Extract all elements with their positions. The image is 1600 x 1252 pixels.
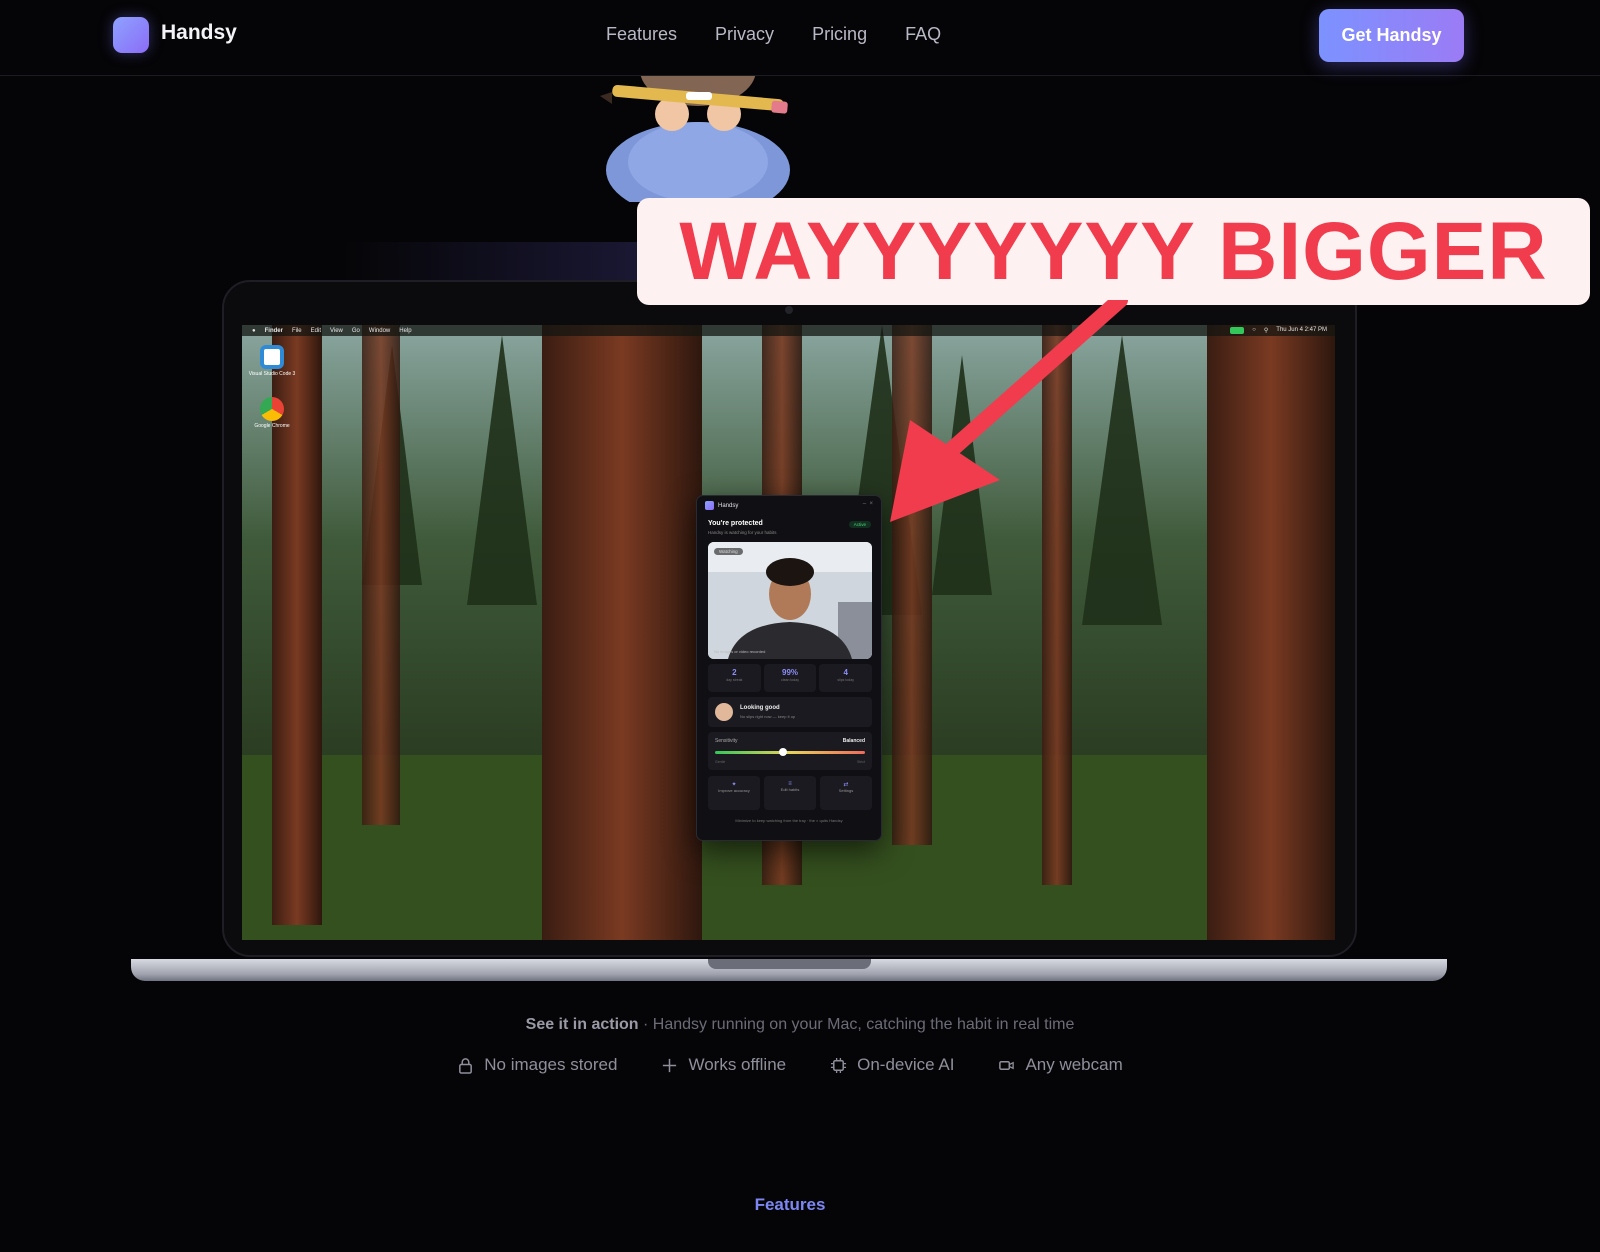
sensitivity-card: Sensitivity Balanced Gentle Strict [708, 732, 872, 770]
sparkle-icon: ✦ [731, 782, 737, 788]
annotation-callout: WAYYYYYYY BIGGER [637, 198, 1590, 305]
nav-link-privacy[interactable]: Privacy [715, 24, 774, 45]
status-title: Looking good [740, 705, 780, 711]
sliders-icon: ⇄ [843, 782, 849, 788]
feature-highlights: No images stored Works offline On-device… [0, 1055, 1580, 1075]
webcam-icon [999, 1060, 1015, 1070]
laptop-camera-icon [785, 306, 793, 314]
improve-accuracy-button[interactable]: ✦ Improve accuracy [708, 776, 760, 810]
brand-name[interactable]: Handsy [161, 21, 237, 45]
desktop-icon-vscode[interactable]: Visual Studio Code 3 [242, 345, 302, 377]
menubar-file[interactable]: File [292, 328, 302, 334]
plus-icon [663, 1058, 677, 1072]
nav-link-faq[interactable]: FAQ [905, 24, 941, 45]
laptop-backglow [340, 242, 640, 282]
webcam-preview: Watching No images or video recorded [708, 542, 872, 659]
sensitivity-slider-track[interactable] [715, 751, 865, 754]
nav-link-pricing[interactable]: Pricing [812, 24, 867, 45]
stat-value: 2 [732, 668, 737, 677]
menubar-window[interactable]: Window [369, 328, 390, 334]
camera-indicator-icon[interactable] [1230, 327, 1245, 334]
stat-clean: 99% clean today [763, 664, 817, 692]
nav-links: Features Privacy Pricing FAQ [606, 24, 941, 45]
stat-streak: 2 day streak [708, 664, 761, 692]
stat-label: clean today [781, 678, 799, 682]
feature-label: Works offline [688, 1055, 787, 1074]
features-section-label: Features [754, 1195, 826, 1214]
status-card: Looking good No slips right now — keep i… [708, 697, 872, 727]
menubar-edit[interactable]: Edit [311, 328, 321, 334]
app-logo-icon [705, 501, 714, 510]
app-titlebar: Handsy [705, 501, 738, 510]
edit-habits-button[interactable]: ≡ Edit habits [764, 776, 816, 810]
mac-menubar: ● Finder File Edit View Go Window Help ○… [242, 325, 1335, 336]
desktop-icon-chrome[interactable]: Google Chrome [242, 397, 302, 429]
stats-row: 2 day streak 99% clean today 4 slips tod… [708, 664, 873, 692]
minimize-icon[interactable]: – [863, 501, 866, 507]
demo-caption: See it in action · Handsy running on you… [0, 1016, 1600, 1034]
app-footer-hint: Minimize to keep watching from the tray … [735, 818, 843, 823]
feature-label: No images stored [484, 1055, 618, 1074]
apple-icon[interactable]: ● [252, 328, 256, 334]
caption-lead: See it in action [525, 1016, 639, 1033]
stat-label: slips today [837, 678, 854, 682]
caption-rest: · Handsy running on your Mac, catching t… [638, 1016, 1075, 1033]
search-icon[interactable]: ⚲ [1264, 327, 1268, 334]
nav-link-features[interactable]: Features [606, 24, 677, 45]
desktop-icon-label: Google Chrome [254, 423, 290, 429]
feature-no-images: No images stored [457, 1055, 617, 1075]
annotation-arrow-icon [890, 300, 1128, 522]
stat-slips: 4 slips today [819, 664, 873, 692]
status-subtitle: No slips right now — keep it up [740, 714, 796, 719]
stat-label: day streak [726, 678, 743, 682]
feature-on-device: On-device AI [830, 1055, 954, 1075]
demo-screen: ● Finder File Edit View Go Window Help ○… [242, 325, 1335, 940]
menubar-help[interactable]: Help [399, 328, 411, 334]
action-label: Improve accuracy [718, 788, 750, 793]
menubar-view[interactable]: View [330, 328, 343, 334]
sensitivity-min-label: Gentle [715, 760, 726, 764]
feature-offline: Works offline [661, 1055, 786, 1075]
webcam-person-image [708, 542, 872, 659]
action-label: Settings [838, 788, 854, 793]
settings-button[interactable]: ⇄ Settings [820, 776, 872, 810]
desktop-icon-label: Visual Studio Code 3 [248, 371, 296, 377]
camera-privacy-note: No images or video recorded [714, 649, 766, 654]
app-title: Handsy [718, 502, 739, 509]
stat-value: 4 [843, 668, 848, 677]
lock-icon [459, 1057, 473, 1074]
vscode-icon [260, 345, 284, 369]
active-badge: Active [848, 521, 871, 528]
menubar-go[interactable]: Go [352, 328, 360, 334]
feature-label: Any webcam [1025, 1055, 1123, 1074]
sensitivity-value: Balanced [842, 738, 865, 744]
protection-heading: You're protected [708, 520, 763, 527]
wifi-icon[interactable]: ○ [1252, 327, 1256, 334]
handsy-app-window: Handsy – × You're protected Handsy is wa… [696, 495, 882, 841]
protection-subheading: Handsy is watching for your habits [708, 530, 777, 535]
laptop-notch [708, 959, 871, 969]
watching-tag: Watching [714, 548, 743, 555]
feature-webcam: Any webcam [998, 1055, 1123, 1075]
feature-label: On-device AI [857, 1055, 955, 1074]
sensitivity-slider-handle[interactable] [778, 748, 787, 756]
mascot-avatar [715, 703, 733, 721]
sensitivity-label: Sensitivity [715, 738, 738, 744]
menubar-clock[interactable]: Thu Jun 4 2:47 PM [1276, 327, 1327, 334]
sensitivity-max-label: Strict [857, 760, 865, 764]
action-label: Edit habits [780, 787, 800, 792]
top-navbar: Handsy Features Privacy Pricing FAQ Get … [0, 0, 1600, 76]
brand-logo-icon[interactable] [113, 17, 149, 53]
stat-value: 99% [782, 668, 799, 677]
annotation-text: WAYYYYYYY BIGGER [679, 205, 1548, 297]
get-handsy-button[interactable]: Get Handsy [1319, 9, 1464, 62]
chrome-icon [260, 397, 284, 421]
chip-icon [831, 1057, 847, 1073]
action-buttons: ✦ Improve accuracy ≡ Edit habits ⇄ Setti… [708, 776, 872, 810]
menubar-app-name[interactable]: Finder [265, 328, 283, 334]
